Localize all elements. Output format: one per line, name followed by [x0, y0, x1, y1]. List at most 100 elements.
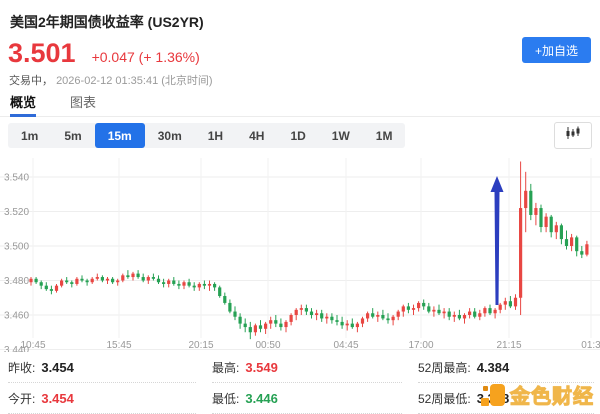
- candle: [177, 284, 180, 286]
- candle: [29, 279, 32, 282]
- candle: [96, 277, 99, 279]
- candle: [560, 225, 563, 239]
- y-axis-label: 3.540: [4, 173, 29, 184]
- candle: [55, 286, 58, 291]
- jinse-watermark: 金色财经: [481, 380, 594, 409]
- y-axis-label: 3.500: [4, 242, 29, 253]
- x-axis-label: 21:15: [496, 340, 521, 351]
- candle: [142, 277, 145, 280]
- candle: [259, 325, 262, 328]
- candle: [392, 317, 395, 320]
- candle: [361, 318, 364, 323]
- candle: [417, 303, 420, 308]
- tab-chart[interactable]: 图表: [70, 92, 96, 114]
- candle: [585, 244, 588, 254]
- tabs: 概览 图表: [0, 92, 600, 117]
- candle: [152, 277, 155, 279]
- timeframe-button-1m[interactable]: 1m: [8, 123, 51, 148]
- candle: [162, 282, 165, 284]
- candle: [397, 312, 400, 317]
- candle: [320, 313, 323, 318]
- timeframe-button-5m[interactable]: 5m: [51, 123, 94, 148]
- tab-overview[interactable]: 概览: [10, 92, 36, 117]
- candle: [91, 279, 94, 282]
- chart-style-button[interactable]: [554, 122, 592, 149]
- candle: [131, 274, 134, 277]
- candle: [223, 296, 226, 303]
- candle: [427, 306, 430, 311]
- timeframe-button-1D[interactable]: 1D: [277, 123, 318, 148]
- candle: [228, 303, 231, 312]
- candle: [203, 284, 206, 286]
- add-watchlist-button[interactable]: +加自选: [522, 37, 591, 63]
- candle: [269, 320, 272, 323]
- candle: [60, 281, 63, 286]
- timeframe-button-4H[interactable]: 4H: [236, 123, 277, 148]
- timeframe-button-1W[interactable]: 1W: [319, 123, 363, 148]
- candle: [534, 208, 537, 215]
- candle: [45, 286, 48, 289]
- candle: [116, 281, 119, 283]
- candle: [524, 191, 527, 208]
- stat-value: 3.454: [41, 391, 74, 406]
- candle: [335, 320, 338, 322]
- candle: [233, 312, 236, 317]
- x-axis-label: 15:45: [106, 340, 131, 351]
- stat-label: 最低:: [212, 390, 239, 407]
- candle: [254, 325, 257, 332]
- candle: [453, 315, 456, 317]
- candle: [137, 274, 140, 277]
- stat-cell: 最高:3.549: [212, 352, 402, 383]
- candle: [550, 217, 553, 233]
- candle: [555, 225, 558, 232]
- candle: [330, 317, 333, 320]
- timeframe-button-15m[interactable]: 15m: [95, 123, 145, 148]
- candle: [75, 279, 78, 284]
- candle: [422, 303, 425, 306]
- candle: [529, 191, 532, 215]
- chart-area[interactable]: 3.5403.5203.5003.4803.4603.44010:4515:45…: [0, 150, 600, 352]
- candle: [315, 313, 318, 315]
- candle: [244, 324, 247, 327]
- candle: [488, 308, 491, 313]
- price-row: 3.501 +0.047 (+ 1.36%): [8, 38, 200, 69]
- candle: [121, 275, 124, 280]
- candle: [565, 239, 568, 246]
- candle: [478, 313, 481, 316]
- candle: [290, 315, 293, 322]
- stat-cell: 今开:3.454: [8, 383, 196, 414]
- candle: [70, 282, 73, 284]
- timeframe-button-1M[interactable]: 1M: [363, 123, 406, 148]
- candle: [473, 312, 476, 317]
- candle: [264, 324, 267, 329]
- stat-label: 昨收:: [8, 359, 35, 376]
- candle: [494, 310, 497, 313]
- x-axis-label: 00:50: [255, 340, 280, 351]
- candle: [412, 308, 415, 310]
- x-axis-label: 17:00: [408, 340, 433, 351]
- timeframe-button-30m[interactable]: 30m: [145, 123, 195, 148]
- stat-cell: 52周最高: 4.384: [418, 352, 594, 383]
- x-axis-label: 01:3: [581, 340, 600, 351]
- timeframe-bar: 1m5m15m30m1H4H1D1W1M: [8, 123, 405, 148]
- stat-value: 4.384: [477, 360, 510, 375]
- candle: [458, 315, 461, 318]
- y-axis-label: 3.520: [4, 207, 29, 218]
- candle: [111, 279, 114, 282]
- candle: [366, 313, 369, 318]
- timeframe-row: 1m5m15m30m1H4H1D1W1M: [8, 123, 592, 148]
- candle: [325, 317, 328, 319]
- instrument-title: 美国2年期国债收益率 (US2YR): [10, 12, 204, 32]
- x-axis-label: 04:45: [333, 340, 358, 351]
- stat-label: 52周最高:: [418, 359, 471, 376]
- candles-layer: [29, 161, 588, 339]
- up-arrow-annotation: [491, 176, 504, 305]
- y-axis-label: 3.480: [4, 276, 29, 287]
- stat-label: 52周最低:: [418, 390, 471, 407]
- x-axis-label: 20:15: [188, 340, 213, 351]
- stat-value: 3.446: [245, 391, 278, 406]
- timeframe-button-1H[interactable]: 1H: [195, 123, 236, 148]
- candle: [509, 301, 512, 306]
- candle: [198, 284, 201, 287]
- candle: [575, 237, 578, 251]
